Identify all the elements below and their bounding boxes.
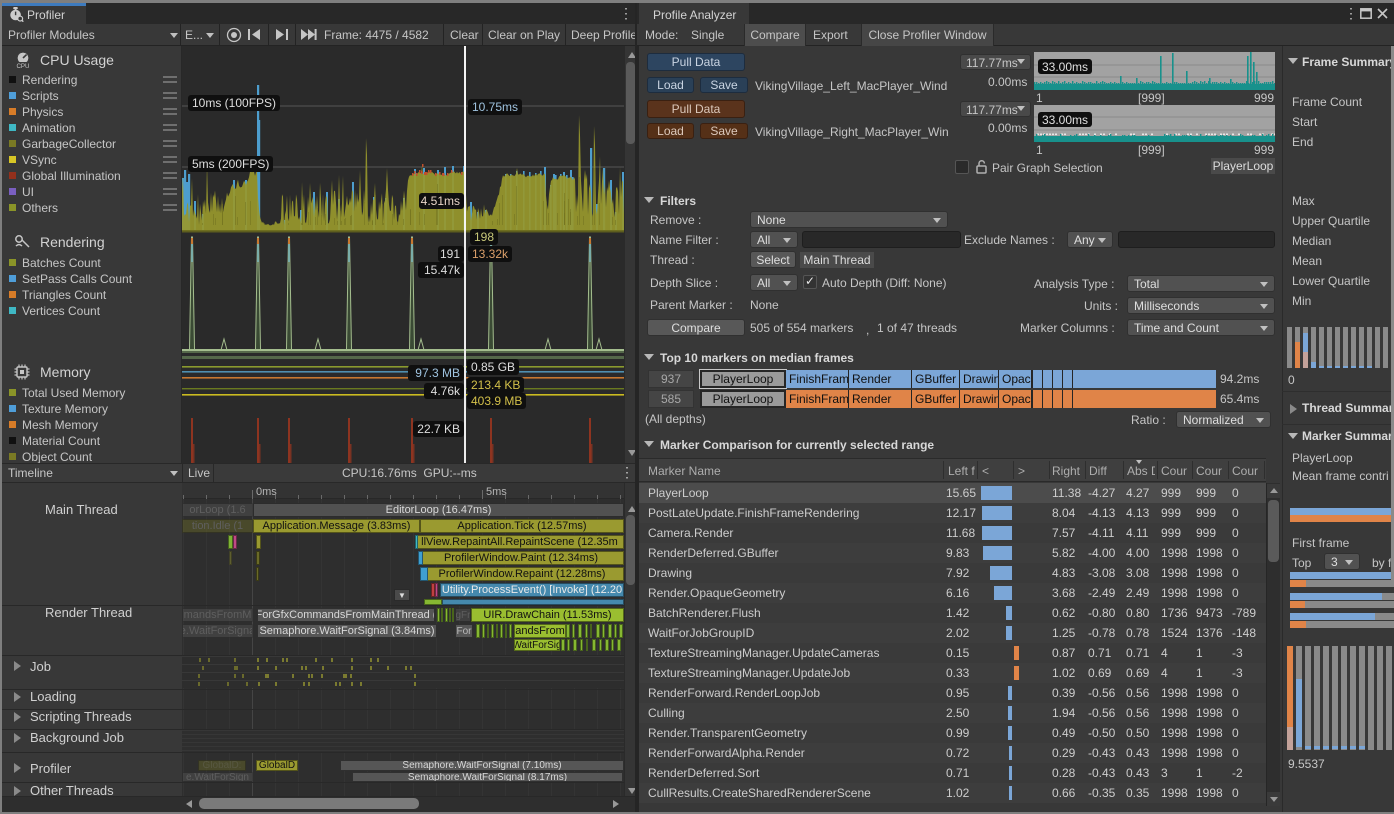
svg-text:CPU: CPU [16,63,29,69]
